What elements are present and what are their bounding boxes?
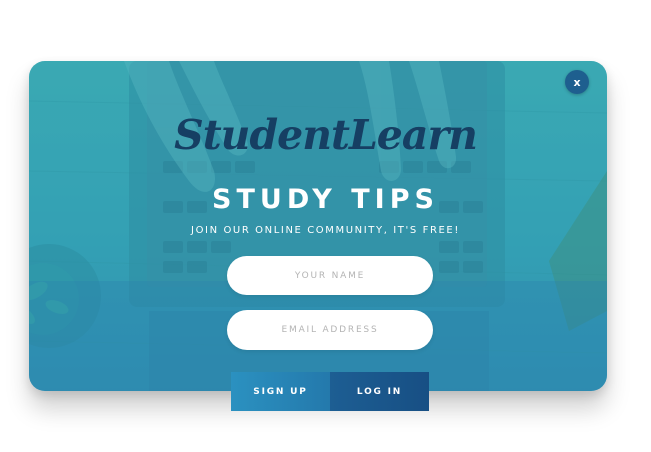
close-button[interactable]: x [565,70,589,94]
email-field[interactable] [227,310,433,350]
close-icon: x [573,75,581,89]
signup-button[interactable]: SIGN UP [231,372,330,411]
name-field[interactable] [227,256,433,295]
auth-actions: SIGN UP LOG IN [231,372,429,411]
subtitle: JOIN OUR ONLINE COMMUNITY, IT'S FREE! [191,225,460,236]
login-button[interactable]: LOG IN [330,372,429,411]
brand-logo: StudentLearn [174,111,478,159]
page-title: STUDY TIPS [212,184,439,215]
